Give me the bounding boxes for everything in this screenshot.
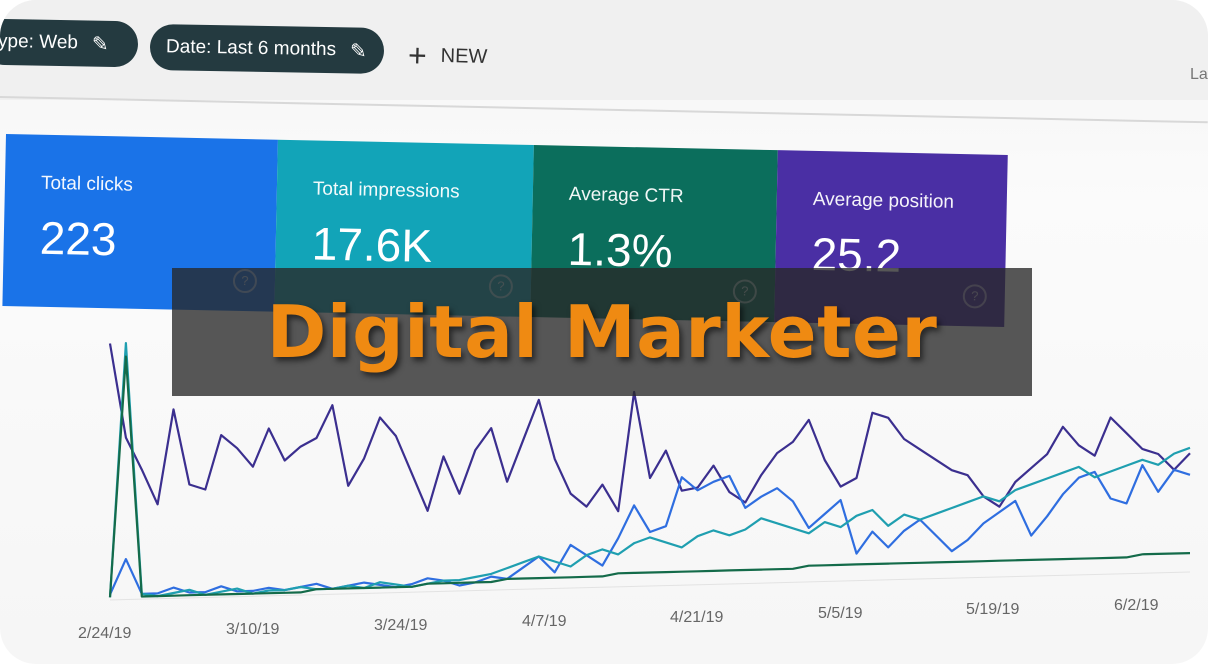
x-tick-label: 4/7/19 xyxy=(522,613,567,630)
x-tick-label: 4/21/19 xyxy=(670,609,723,626)
x-tick-label: 2/24/19 xyxy=(78,625,131,642)
title-banner: Digital Marketer xyxy=(172,268,1032,396)
x-tick-label: 6/2/19 xyxy=(1114,597,1159,614)
banner-title: Digital Marketer xyxy=(266,290,938,374)
x-tick-label: 3/24/19 xyxy=(374,617,427,634)
x-axis-line xyxy=(109,571,1191,601)
screenshot-frame: ype: Web ✎ Date: Last 6 months ✎ + NEW L… xyxy=(0,0,1208,664)
x-tick-label: 5/19/19 xyxy=(966,601,1019,618)
x-tick-label: 3/10/19 xyxy=(226,621,279,638)
x-tick-label: 5/5/19 xyxy=(818,605,863,622)
